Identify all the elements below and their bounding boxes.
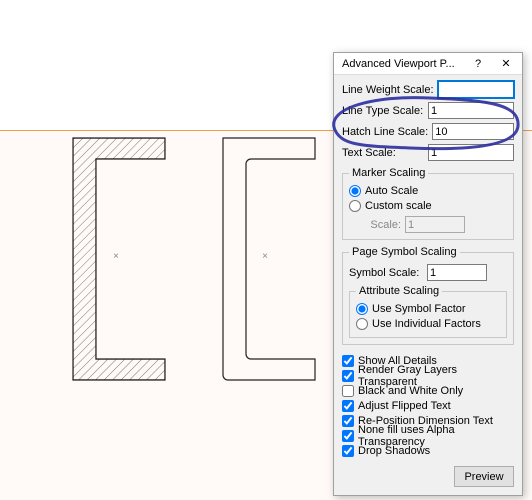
help-icon[interactable]: ? bbox=[464, 54, 492, 73]
adjust-flipped-check[interactable] bbox=[342, 400, 354, 412]
black-white-label: Black and White Only bbox=[358, 385, 463, 397]
text-scale-label: Text Scale: bbox=[342, 147, 424, 159]
options-checklist: Show All Details Render Gray Layers Tran… bbox=[342, 353, 514, 458]
symbol-scale-input[interactable] bbox=[427, 264, 487, 281]
adjust-flipped-label: Adjust Flipped Text bbox=[358, 400, 451, 412]
drop-shadows-check[interactable] bbox=[342, 445, 354, 457]
auto-scale-label: Auto Scale bbox=[365, 185, 418, 197]
use-individual-factors-label: Use Individual Factors bbox=[372, 318, 481, 330]
marker-scaling-legend: Marker Scaling bbox=[349, 167, 428, 179]
dialog-title: Advanced Viewport P... bbox=[342, 58, 464, 70]
text-scale-input[interactable] bbox=[428, 144, 514, 161]
render-gray-check[interactable] bbox=[342, 370, 354, 382]
custom-scale-radio[interactable] bbox=[349, 200, 361, 212]
advanced-viewport-properties-dialog: Advanced Viewport P... ? ✕ Line Weight S… bbox=[333, 52, 523, 496]
line-weight-scale-label: Line Weight Scale: bbox=[342, 84, 434, 96]
show-all-details-check[interactable] bbox=[342, 355, 354, 367]
drop-shadows-label: Drop Shadows bbox=[358, 445, 430, 457]
hatch-line-scale-label: Hatch Line Scale: bbox=[342, 126, 428, 138]
use-symbol-factor-label: Use Symbol Factor bbox=[372, 303, 466, 315]
marker-scale-input bbox=[405, 216, 465, 233]
dialog-body: Line Weight Scale: Line Type Scale: Hatc… bbox=[334, 75, 522, 495]
attribute-scaling-group: Attribute Scaling Use Symbol Factor Use … bbox=[349, 285, 507, 338]
reposition-dim-check[interactable] bbox=[342, 415, 354, 427]
attribute-scaling-legend: Attribute Scaling bbox=[356, 285, 442, 297]
symbol-scale-label: Symbol Scale: bbox=[349, 267, 421, 279]
line-weight-scale-input[interactable] bbox=[438, 81, 514, 98]
line-type-scale-input[interactable] bbox=[428, 102, 514, 119]
dialog-titlebar[interactable]: Advanced Viewport P... ? ✕ bbox=[334, 53, 522, 75]
center-marker-shape-2: × bbox=[260, 252, 270, 262]
page-symbol-scaling-legend: Page Symbol Scaling bbox=[349, 246, 460, 258]
hatch-line-scale-input[interactable] bbox=[432, 123, 514, 140]
use-individual-factors-radio[interactable] bbox=[356, 318, 368, 330]
custom-scale-label: Custom scale bbox=[365, 200, 432, 212]
marker-scaling-group: Marker Scaling Auto Scale Custom scale S… bbox=[342, 167, 514, 240]
none-fill-alpha-check[interactable] bbox=[342, 430, 354, 442]
black-white-check[interactable] bbox=[342, 385, 354, 397]
use-symbol-factor-radio[interactable] bbox=[356, 303, 368, 315]
marker-scale-label: Scale: bbox=[349, 219, 401, 231]
close-icon[interactable]: ✕ bbox=[492, 54, 520, 73]
page-symbol-scaling-group: Page Symbol Scaling Symbol Scale: Attrib… bbox=[342, 246, 514, 345]
line-type-scale-label: Line Type Scale: bbox=[342, 105, 424, 117]
auto-scale-radio[interactable] bbox=[349, 185, 361, 197]
preview-button[interactable]: Preview bbox=[454, 466, 514, 487]
center-marker-shape-1: × bbox=[111, 252, 121, 262]
